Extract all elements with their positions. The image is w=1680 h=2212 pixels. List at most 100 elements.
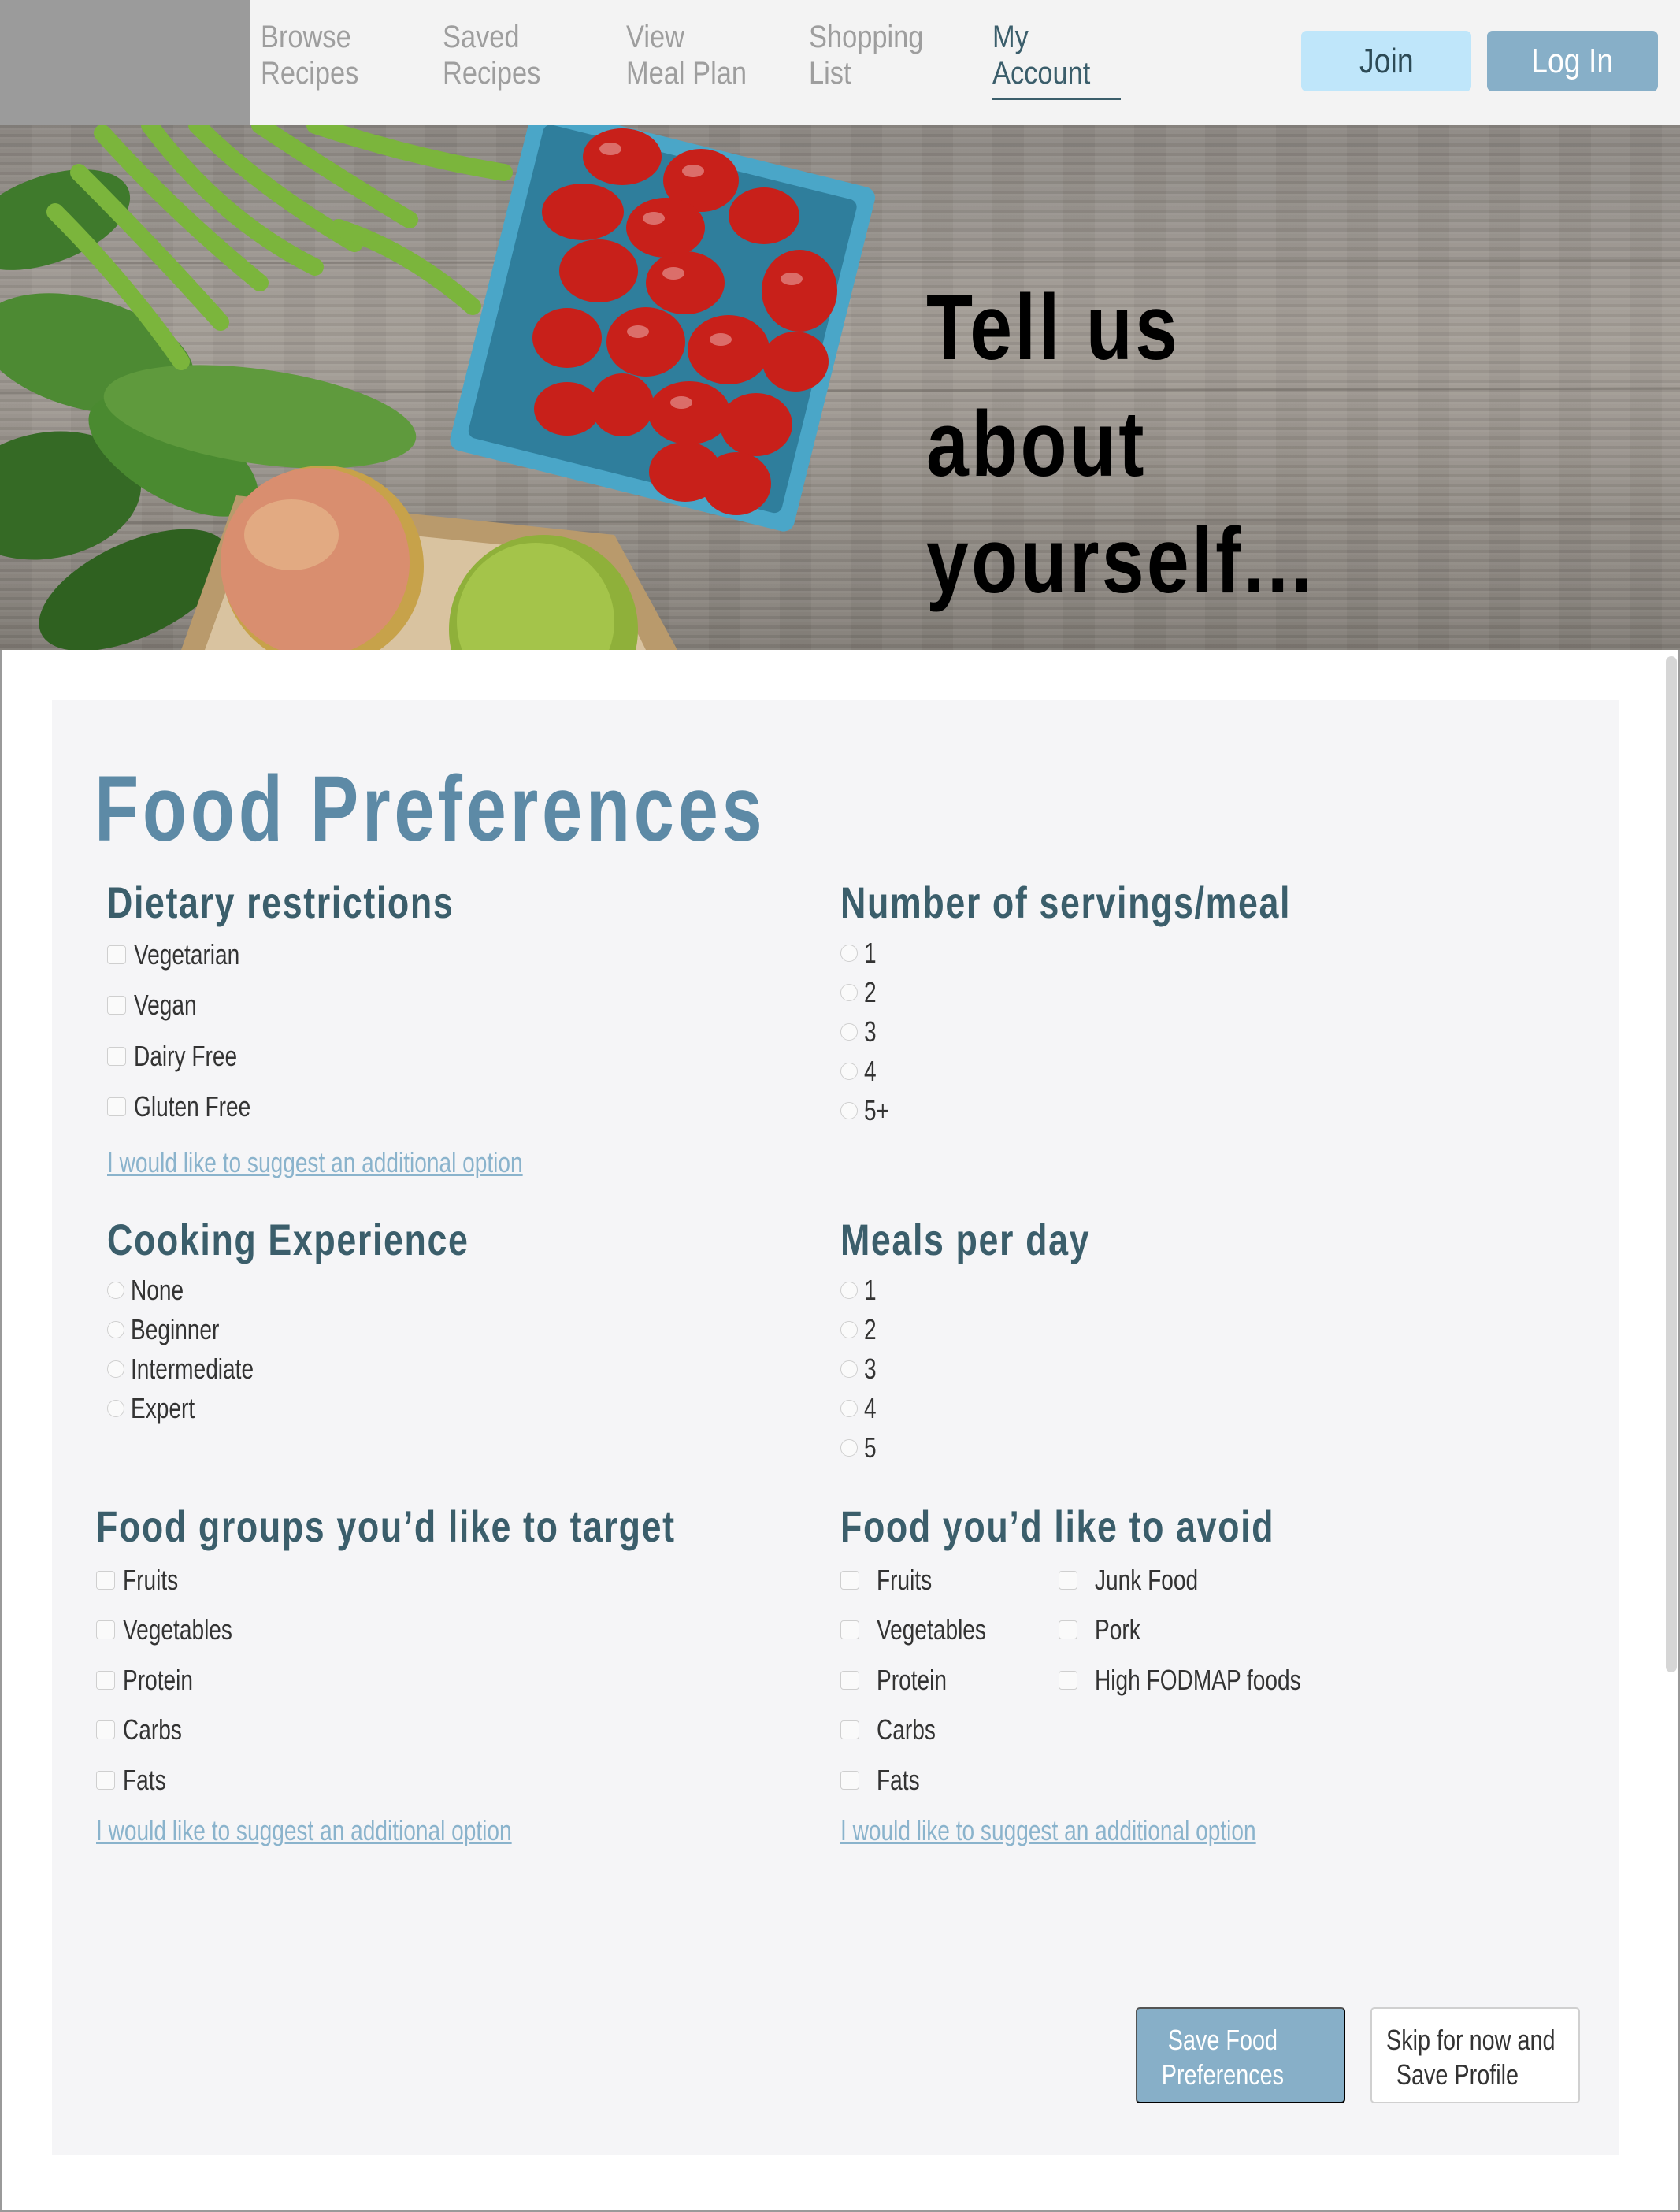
meals-option-5[interactable]: 5 bbox=[840, 1431, 880, 1464]
radio-button[interactable] bbox=[840, 1023, 858, 1041]
option-label: Fats bbox=[877, 1764, 920, 1796]
target-option-vegetables[interactable]: Vegetables bbox=[96, 1613, 263, 1646]
checkbox[interactable] bbox=[107, 1097, 126, 1116]
checkbox[interactable] bbox=[107, 945, 126, 964]
checkbox[interactable] bbox=[840, 1671, 859, 1690]
avoid-option-high-fodmap[interactable]: High FODMAP foods bbox=[1059, 1664, 1359, 1696]
experience-option-intermediate[interactable]: Intermediate bbox=[107, 1353, 288, 1385]
skip-and-save-profile-button[interactable]: Skip for now and Save Profile bbox=[1370, 2007, 1580, 2103]
target-option-fruits[interactable]: Fruits bbox=[96, 1564, 194, 1596]
radio-button[interactable] bbox=[840, 1400, 858, 1417]
option-label: 1 bbox=[864, 1274, 877, 1306]
avoid-option-pork[interactable]: Pork bbox=[1059, 1613, 1153, 1646]
servings-option-2[interactable]: 2 bbox=[840, 976, 880, 1008]
cooking-experience-title: Cooking Experience bbox=[107, 1215, 469, 1264]
option-label: 2 bbox=[864, 976, 877, 1008]
servings-title: Number of servings/meal bbox=[840, 878, 1292, 927]
radio-button[interactable] bbox=[840, 984, 858, 1001]
target-suggest-link[interactable]: I would like to suggest an additional op… bbox=[96, 1814, 512, 1847]
radio-button[interactable] bbox=[840, 1439, 858, 1457]
logo-placeholder[interactable] bbox=[0, 0, 250, 125]
avoid-option-fruits[interactable]: Fruits bbox=[840, 1564, 948, 1596]
radio-button[interactable] bbox=[840, 1102, 858, 1119]
meals-option-4[interactable]: 4 bbox=[840, 1392, 880, 1424]
experience-option-none[interactable]: None bbox=[107, 1274, 198, 1306]
option-label: 5+ bbox=[864, 1094, 890, 1126]
join-button-label: Join bbox=[1359, 41, 1414, 80]
checkbox[interactable] bbox=[107, 996, 126, 1015]
option-label: 2 bbox=[864, 1313, 877, 1345]
checkbox[interactable] bbox=[107, 1047, 126, 1066]
radio-button[interactable] bbox=[107, 1360, 124, 1378]
hero-title: Tell us about yourself... bbox=[926, 269, 1417, 619]
hero-title-line2: yourself... bbox=[926, 509, 1315, 613]
checkbox[interactable] bbox=[96, 1771, 115, 1790]
radio-button[interactable] bbox=[840, 945, 858, 962]
dietary-option-gluten-free[interactable]: Gluten Free bbox=[107, 1090, 284, 1123]
checkbox[interactable] bbox=[840, 1771, 859, 1790]
experience-option-expert[interactable]: Expert bbox=[107, 1392, 213, 1424]
checkbox[interactable] bbox=[96, 1671, 115, 1690]
nav-view-meal-plan-line1: View bbox=[626, 20, 684, 54]
option-label: Dairy Free bbox=[134, 1040, 238, 1072]
checkbox[interactable] bbox=[1059, 1571, 1077, 1590]
checkbox[interactable] bbox=[840, 1571, 859, 1590]
checkbox[interactable] bbox=[840, 1720, 859, 1739]
servings-option-4[interactable]: 4 bbox=[840, 1055, 880, 1087]
nav-browse-recipes[interactable]: Browse Recipes bbox=[261, 19, 358, 91]
nav-saved-recipes-line1: Saved bbox=[443, 20, 520, 54]
save-button-line2: Preferences bbox=[1161, 2058, 1285, 2091]
checkbox[interactable] bbox=[96, 1720, 115, 1739]
option-label: Fats bbox=[123, 1764, 166, 1796]
save-food-preferences-button[interactable]: Save Food Preferences bbox=[1136, 2007, 1345, 2103]
nav-browse-recipes-line1: Browse bbox=[261, 20, 351, 54]
nav-saved-recipes[interactable]: Saved Recipes bbox=[443, 19, 540, 91]
vertical-scrollbar[interactable] bbox=[1666, 656, 1677, 1672]
avoid-option-junk-food[interactable]: Junk Food bbox=[1059, 1564, 1227, 1596]
active-nav-underline bbox=[992, 98, 1121, 100]
radio-button[interactable] bbox=[840, 1360, 858, 1378]
dietary-restrictions-title: Dietary restrictions bbox=[107, 878, 454, 927]
avoid-option-carbs[interactable]: Carbs bbox=[840, 1713, 952, 1746]
target-option-carbs[interactable]: Carbs bbox=[96, 1713, 198, 1746]
avoid-option-fats[interactable]: Fats bbox=[840, 1764, 932, 1796]
login-button[interactable]: Log In bbox=[1487, 31, 1658, 91]
nav-view-meal-plan-line2: Meal Plan bbox=[626, 56, 747, 91]
checkbox[interactable] bbox=[1059, 1671, 1077, 1690]
radio-button[interactable] bbox=[107, 1321, 124, 1338]
dietary-suggest-link[interactable]: I would like to suggest an additional op… bbox=[107, 1146, 523, 1179]
nav-shopping-list[interactable]: Shopping List bbox=[809, 19, 923, 91]
nav-my-account[interactable]: My Account bbox=[992, 19, 1090, 91]
meals-per-day-title: Meals per day bbox=[840, 1215, 1091, 1264]
avoid-suggest-link[interactable]: I would like to suggest an additional op… bbox=[840, 1814, 1256, 1847]
skip-button-line1: Skip for now and bbox=[1386, 2024, 1556, 2056]
dietary-option-vegetarian[interactable]: Vegetarian bbox=[107, 938, 269, 971]
meals-option-3[interactable]: 3 bbox=[840, 1353, 880, 1385]
checkbox[interactable] bbox=[840, 1620, 859, 1639]
nav-browse-recipes-line2: Recipes bbox=[261, 56, 359, 91]
radio-button[interactable] bbox=[107, 1282, 124, 1299]
avoid-option-vegetables[interactable]: Vegetables bbox=[840, 1613, 1017, 1646]
nav-view-meal-plan[interactable]: View Meal Plan bbox=[626, 19, 747, 91]
checkbox[interactable] bbox=[96, 1620, 115, 1639]
radio-button[interactable] bbox=[107, 1400, 124, 1417]
radio-button[interactable] bbox=[840, 1282, 858, 1299]
target-option-fats[interactable]: Fats bbox=[96, 1764, 178, 1796]
radio-button[interactable] bbox=[840, 1321, 858, 1338]
checkbox[interactable] bbox=[96, 1571, 115, 1590]
checkbox[interactable] bbox=[1059, 1620, 1077, 1639]
avoid-option-protein[interactable]: Protein bbox=[840, 1664, 966, 1696]
top-nav: Browse Recipes Saved Recipes View Meal P… bbox=[0, 0, 1680, 125]
dietary-option-vegan[interactable]: Vegan bbox=[107, 989, 214, 1021]
servings-option-5plus[interactable]: 5+ bbox=[840, 1094, 896, 1126]
meals-option-2[interactable]: 2 bbox=[840, 1313, 880, 1345]
option-label: Carbs bbox=[123, 1713, 182, 1746]
meals-option-1[interactable]: 1 bbox=[840, 1274, 880, 1306]
target-option-protein[interactable]: Protein bbox=[96, 1664, 213, 1696]
servings-option-3[interactable]: 3 bbox=[840, 1015, 880, 1048]
experience-option-beginner[interactable]: Beginner bbox=[107, 1313, 244, 1345]
dietary-option-dairy-free[interactable]: Dairy Free bbox=[107, 1040, 266, 1072]
servings-option-1[interactable]: 1 bbox=[840, 937, 880, 969]
radio-button[interactable] bbox=[840, 1063, 858, 1080]
join-button[interactable]: Join bbox=[1301, 31, 1471, 91]
